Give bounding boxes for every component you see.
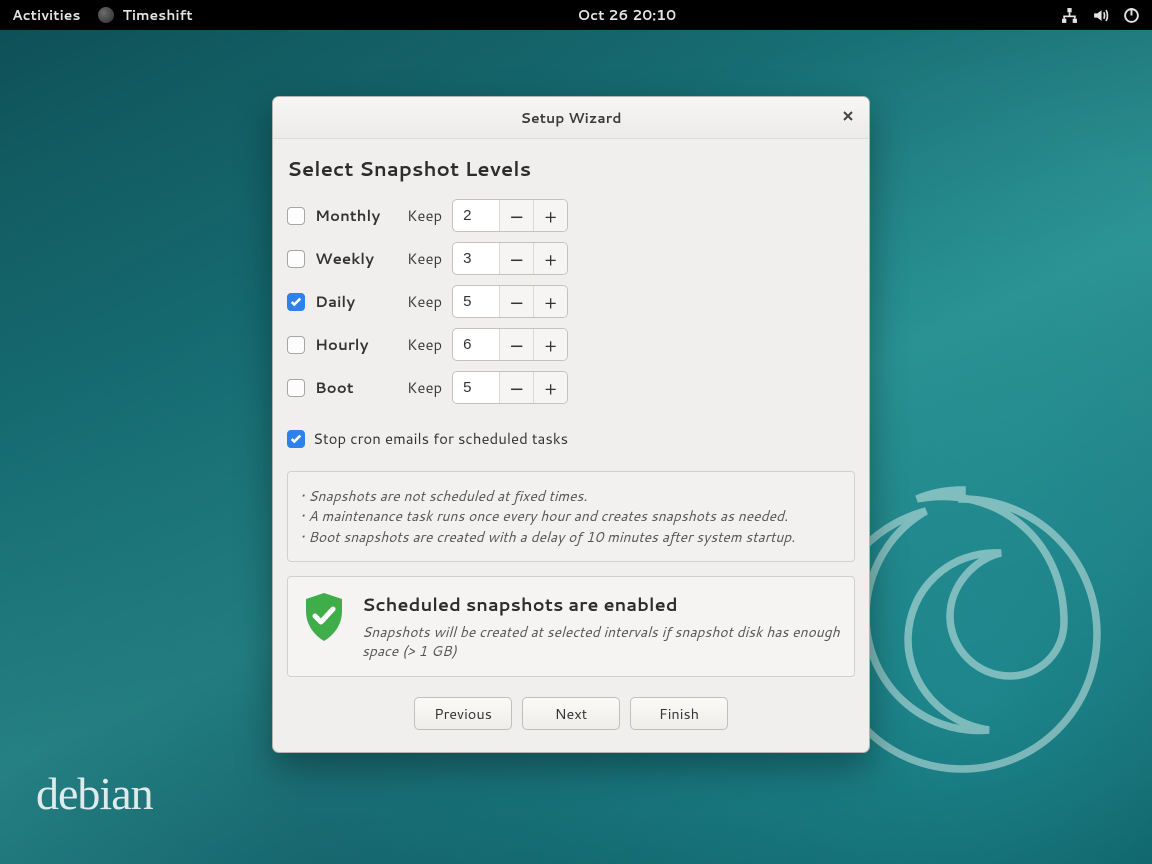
weekly-decrement[interactable]: −: [499, 243, 533, 274]
dialog-footer: Previous Next Finish: [287, 677, 855, 734]
info-line: • Boot snapshots are created with a dela…: [300, 527, 842, 547]
previous-button[interactable]: Previous: [414, 697, 512, 730]
keep-label: Keep: [407, 377, 442, 398]
status-frame: Scheduled snapshots are enabled Snapshot…: [287, 576, 855, 677]
level-row-weekly: Weekly Keep −+: [287, 242, 855, 275]
level-row-boot: Boot Keep −+: [287, 371, 855, 404]
status-title: Scheduled snapshots are enabled: [362, 591, 840, 617]
weekly-increment[interactable]: +: [533, 243, 567, 274]
brand-logo-text: debian: [36, 767, 153, 820]
weekly-checkbox[interactable]: [287, 250, 305, 268]
daily-keep-input[interactable]: [453, 286, 499, 317]
info-line: • A maintenance task runs once every hou…: [300, 506, 842, 526]
keep-label: Keep: [407, 334, 442, 355]
close-icon: [842, 110, 854, 122]
dialog-titlebar: Setup Wizard: [273, 97, 869, 139]
stop-cron-label: Stop cron emails for scheduled tasks: [313, 428, 568, 449]
shield-icon: [302, 591, 346, 643]
boot-increment[interactable]: +: [533, 372, 567, 403]
info-frame: • Snapshots are not scheduled at fixed t…: [287, 471, 855, 562]
daily-keep-spinner: −+: [452, 285, 568, 318]
finish-button[interactable]: Finish: [630, 697, 728, 730]
weekly-label: Weekly: [315, 248, 385, 269]
dialog-title: Setup Wizard: [521, 108, 622, 128]
boot-checkbox[interactable]: [287, 379, 305, 397]
daily-label: Daily: [315, 291, 385, 312]
weekly-keep-spinner: −+: [452, 242, 568, 275]
monthly-label: Monthly: [315, 205, 385, 226]
status-desc: Snapshots will be created at selected in…: [362, 623, 840, 662]
app-name: Timeshift: [122, 5, 192, 25]
activities-button[interactable]: Activities: [12, 5, 80, 25]
power-icon[interactable]: [1123, 7, 1140, 24]
level-row-daily: Daily Keep −+: [287, 285, 855, 318]
daily-checkbox[interactable]: [287, 293, 305, 311]
volume-icon[interactable]: [1092, 7, 1109, 24]
hourly-checkbox[interactable]: [287, 336, 305, 354]
network-icon[interactable]: [1061, 7, 1078, 24]
monthly-decrement[interactable]: −: [499, 200, 533, 231]
daily-decrement[interactable]: −: [499, 286, 533, 317]
boot-keep-input[interactable]: [453, 372, 499, 403]
boot-keep-spinner: −+: [452, 371, 568, 404]
stop-cron-checkbox[interactable]: [287, 430, 305, 448]
keep-label: Keep: [407, 248, 442, 269]
clock[interactable]: Oct 26 20:10: [578, 5, 677, 25]
keep-label: Keep: [407, 205, 442, 226]
hourly-keep-input[interactable]: [453, 329, 499, 360]
hourly-keep-spinner: −+: [452, 328, 568, 361]
app-indicator[interactable]: Timeshift: [98, 5, 192, 25]
close-button[interactable]: [837, 107, 859, 129]
hourly-decrement[interactable]: −: [499, 329, 533, 360]
level-row-hourly: Hourly Keep −+: [287, 328, 855, 361]
gnome-topbar: Activities Timeshift Oct 26 20:10: [0, 0, 1152, 30]
boot-label: Boot: [315, 377, 385, 398]
app-icon: [98, 7, 114, 23]
boot-decrement[interactable]: −: [499, 372, 533, 403]
monthly-checkbox[interactable]: [287, 207, 305, 225]
monthly-keep-input[interactable]: [453, 200, 499, 231]
daily-increment[interactable]: +: [533, 286, 567, 317]
monthly-increment[interactable]: +: [533, 200, 567, 231]
setup-wizard-dialog: Setup Wizard Select Snapshot Levels Mont…: [272, 96, 870, 753]
snapshot-levels-list: MonthlyKeep−+WeeklyKeep−+DailyKeep−+Hour…: [287, 199, 855, 404]
monthly-keep-spinner: −+: [452, 199, 568, 232]
weekly-keep-input[interactable]: [453, 243, 499, 274]
hourly-increment[interactable]: +: [533, 329, 567, 360]
info-line: • Snapshots are not scheduled at fixed t…: [300, 486, 842, 506]
next-button[interactable]: Next: [522, 697, 620, 730]
level-row-monthly: Monthly Keep −+: [287, 199, 855, 232]
hourly-label: Hourly: [315, 334, 385, 355]
section-title: Select Snapshot Levels: [287, 155, 855, 183]
keep-label: Keep: [407, 291, 442, 312]
